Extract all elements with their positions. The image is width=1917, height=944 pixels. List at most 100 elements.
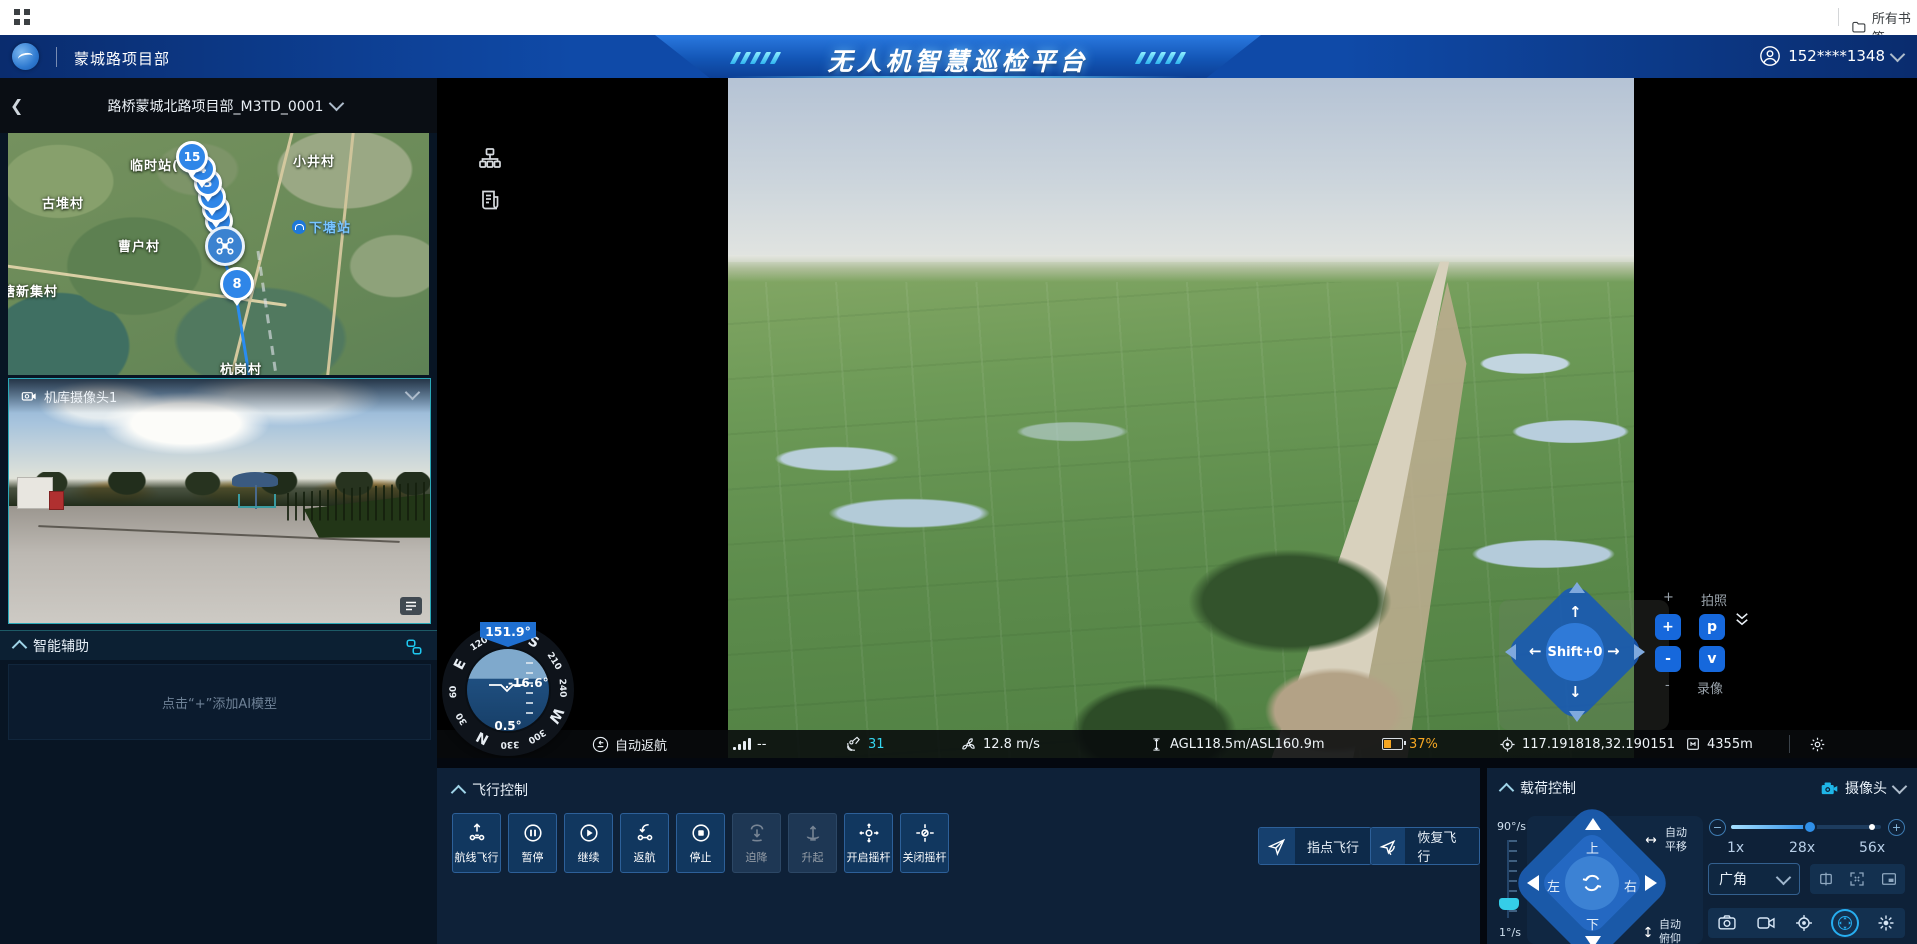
signal-value: -- xyxy=(757,737,766,752)
keyboard-dpad[interactable]: ↑ ↓ ← → Shift+0 xyxy=(1503,580,1647,724)
zoom-out-circle-icon[interactable]: − xyxy=(1709,819,1726,836)
zoom-slider-row: − + xyxy=(1709,818,1905,836)
zoom-out-key[interactable]: - xyxy=(1655,646,1681,672)
resume-flight-button[interactable]: 恢复飞行 xyxy=(1370,827,1480,865)
flight-btn-label: 升起 xyxy=(802,849,824,865)
camera-select-icon xyxy=(1821,781,1838,796)
camera-menu-icon[interactable] xyxy=(400,597,422,615)
divider xyxy=(1838,8,1839,26)
flight-panel-header[interactable]: 飞行控制 xyxy=(453,780,528,800)
user-name: 152****1348 xyxy=(1788,47,1885,65)
target-lock-icon[interactable] xyxy=(1794,913,1814,933)
user-menu[interactable]: 152****1348 xyxy=(1759,45,1903,67)
signal-icon xyxy=(733,738,751,750)
dpad-center-key[interactable]: Shift+0 xyxy=(1546,623,1604,681)
hangar-camera-panel[interactable]: 机库摄像头1 xyxy=(8,378,431,624)
flight-btn-stop[interactable]: 停止 xyxy=(676,813,725,873)
lens-dropdown[interactable]: 广角 xyxy=(1708,863,1800,895)
log-document-icon[interactable] xyxy=(478,188,502,212)
point-flight-button[interactable]: 指点飞行 xyxy=(1258,827,1372,865)
zoom-slider-handle[interactable] xyxy=(1805,822,1815,832)
flight-mode-label: 自动返航 xyxy=(615,735,667,754)
flight-btn-label: 迫降 xyxy=(746,849,768,865)
auto-tilt-control[interactable]: 自动俯仰 xyxy=(1643,918,1681,944)
flight-btn-pause[interactable]: 暂停 xyxy=(508,813,557,873)
gimbal-mode-active[interactable] xyxy=(1833,911,1857,935)
uav-inspection-app: 所有书签 蒙城路项目部 无人机智慧巡检平台 152****1348 ❮ 路桥蒙城… xyxy=(0,0,1917,944)
flight-btn-joystick-on[interactable]: 开启摇杆 xyxy=(844,813,893,873)
gimbal-down-arrow[interactable] xyxy=(1585,936,1601,944)
laser-icon[interactable] xyxy=(1876,913,1896,933)
record-key[interactable]: v xyxy=(1699,646,1725,672)
chevron-up-icon xyxy=(12,640,28,656)
main-area: N 30 60 E 120 S 210 240 W 300 330 151.9°… xyxy=(437,78,1917,944)
pip-icon[interactable] xyxy=(1880,870,1898,888)
chevron-down-icon xyxy=(1776,869,1792,885)
status-battery: 37% xyxy=(1382,730,1438,758)
arrow-up-icon[interactable]: ↑ xyxy=(1569,603,1582,621)
split-view-icon[interactable] xyxy=(1817,870,1835,888)
zoom-slider[interactable] xyxy=(1731,825,1881,829)
gimbal-up-arrow[interactable] xyxy=(1585,818,1601,830)
back-chevron-icon[interactable]: ❮ xyxy=(10,96,23,115)
waypoint-pin[interactable]: 8 xyxy=(220,267,254,301)
device-title: 路桥蒙城北路项目部_M3TD_0001 xyxy=(108,96,324,116)
flight-btn-joystick-off[interactable]: 关闭摇杆 xyxy=(900,813,949,873)
payload-control-panel: 载荷控制 摄像头 90°/s 1°/s 上 下 左 右 xyxy=(1487,768,1917,944)
capture-toolbar xyxy=(1708,908,1905,938)
title-banner-content: 无人机智慧巡检平台 xyxy=(655,35,1261,78)
payload-panel-header[interactable]: 载荷控制 xyxy=(1501,778,1576,798)
flight-btn-force-land: 迫降 xyxy=(732,813,781,873)
waypoint-pin[interactable]: 15 xyxy=(176,141,208,173)
ai-models-icon[interactable] xyxy=(405,638,423,656)
satellite-icon xyxy=(845,736,862,753)
status-satellites: 31 xyxy=(845,730,885,758)
arrow-left-icon[interactable]: ← xyxy=(1529,642,1542,660)
fullscreen-icon[interactable] xyxy=(1848,870,1866,888)
status-signal: -- xyxy=(733,730,766,758)
auto-pan-control[interactable]: 自动平移 xyxy=(1643,826,1687,854)
flight-btn-continue[interactable]: 继续 xyxy=(564,813,613,873)
gimbal-right-arrow[interactable] xyxy=(1645,875,1657,891)
sitemap-icon[interactable] xyxy=(478,146,502,170)
dpad-tip-right xyxy=(1634,644,1645,660)
flight-mode[interactable]: 自动返航 xyxy=(592,730,667,758)
photo-key[interactable]: p xyxy=(1699,614,1725,640)
camera-selector[interactable]: 摄像头 xyxy=(1821,778,1905,798)
apps-grid-icon[interactable] xyxy=(14,9,30,25)
flight-btn-return[interactable]: 返航 xyxy=(620,813,669,873)
mini-map[interactable]: 临时站( 小井村 古堆村 下塘站 曹户村 塘新集村 杭岗村 15 4 3 8 xyxy=(8,133,429,375)
map-label: 曹户村 xyxy=(118,236,160,255)
zoom-max-dot xyxy=(1869,824,1875,830)
gear-icon[interactable] xyxy=(1809,736,1826,753)
resume-flight-label: 恢复飞行 xyxy=(1405,828,1479,864)
sidebar: ❮ 路桥蒙城北路项目部_M3TD_0001 临时站( 小井村 古堆村 下塘站 曹… xyxy=(0,78,437,944)
video-stage: N 30 60 E 120 S 210 240 W 300 330 151.9°… xyxy=(437,78,1917,758)
gimbal-speed-max: 90°/s xyxy=(1497,820,1526,833)
pitch-value: -16.6° xyxy=(508,676,549,690)
ai-models-empty[interactable]: 点击“+”添加AI模型 xyxy=(8,664,431,740)
collapse-chevrons-icon[interactable] xyxy=(1733,610,1751,628)
drone-position-marker[interactable] xyxy=(205,226,245,266)
flight-panel-title: 飞行控制 xyxy=(472,780,528,800)
satellite-count: 31 xyxy=(868,737,885,752)
zoom-in-circle-icon[interactable]: + xyxy=(1888,819,1905,836)
browser-bar: 所有书签 xyxy=(0,0,1917,36)
altitude-value: AGL118.5m/ASL160.9m xyxy=(1170,737,1325,752)
gimbal-recenter-button[interactable] xyxy=(1565,856,1619,910)
divider xyxy=(1789,735,1790,753)
arrow-down-icon[interactable]: ↓ xyxy=(1569,683,1582,701)
gimbal-right-label: 右 xyxy=(1624,876,1637,895)
zoom-in-key[interactable]: + xyxy=(1655,614,1681,640)
take-photo-icon[interactable] xyxy=(1717,913,1737,933)
org-name: 蒙城路项目部 xyxy=(74,48,170,69)
flight-btn-route[interactable]: 航线飞行 xyxy=(452,813,501,873)
record-video-icon[interactable] xyxy=(1756,913,1776,933)
gimbal-left-arrow[interactable] xyxy=(1527,875,1539,891)
gimbal-speed-handle[interactable] xyxy=(1499,898,1519,910)
coordinates-value: 117.191818,32.190151 xyxy=(1522,737,1675,752)
arrow-right-icon[interactable]: → xyxy=(1607,642,1620,660)
device-selector[interactable]: 路桥蒙城北路项目部_M3TD_0001 xyxy=(40,78,410,133)
ai-assist-header[interactable]: 智能辅助 xyxy=(0,630,437,660)
dpad-tip-down xyxy=(1569,711,1585,722)
